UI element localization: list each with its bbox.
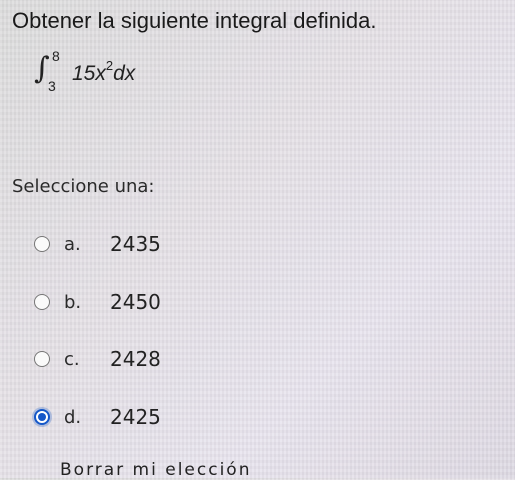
option-value: 2435 <box>110 232 161 256</box>
option-value: 2425 <box>110 405 161 429</box>
option-letter: c. <box>64 348 80 370</box>
select-prompt: Seleccione una: <box>12 176 155 197</box>
option-a[interactable]: a. 2435 <box>34 230 161 258</box>
integral-expression: ∫ 8 3 15x2dx <box>34 48 174 100</box>
clear-choice-link[interactable]: Borrar mi elección <box>60 460 251 480</box>
option-value: 2450 <box>110 290 161 314</box>
integral-lower-limit: 3 <box>48 78 56 94</box>
option-value: 2428 <box>110 347 161 371</box>
option-b[interactable]: b. 2450 <box>34 288 161 316</box>
radio-c[interactable] <box>34 351 50 367</box>
integrand-differential: dx <box>113 62 136 85</box>
option-letter: d. <box>64 406 82 428</box>
question-text: Obtener la siguiente integral definida. <box>12 8 377 33</box>
integral-upper-limit: 8 <box>52 48 60 64</box>
option-letter: b. <box>64 291 82 313</box>
radio-b[interactable] <box>34 294 50 310</box>
radio-d[interactable] <box>34 409 50 425</box>
option-c[interactable]: c. 2428 <box>34 345 161 373</box>
option-letter: a. <box>64 233 81 255</box>
integrand-exponent: 2 <box>105 58 114 73</box>
option-d[interactable]: d. 2425 <box>34 403 161 431</box>
integrand-base: 15x <box>72 62 106 85</box>
integrand: 15x2dx <box>72 58 136 86</box>
radio-a[interactable] <box>34 236 50 252</box>
